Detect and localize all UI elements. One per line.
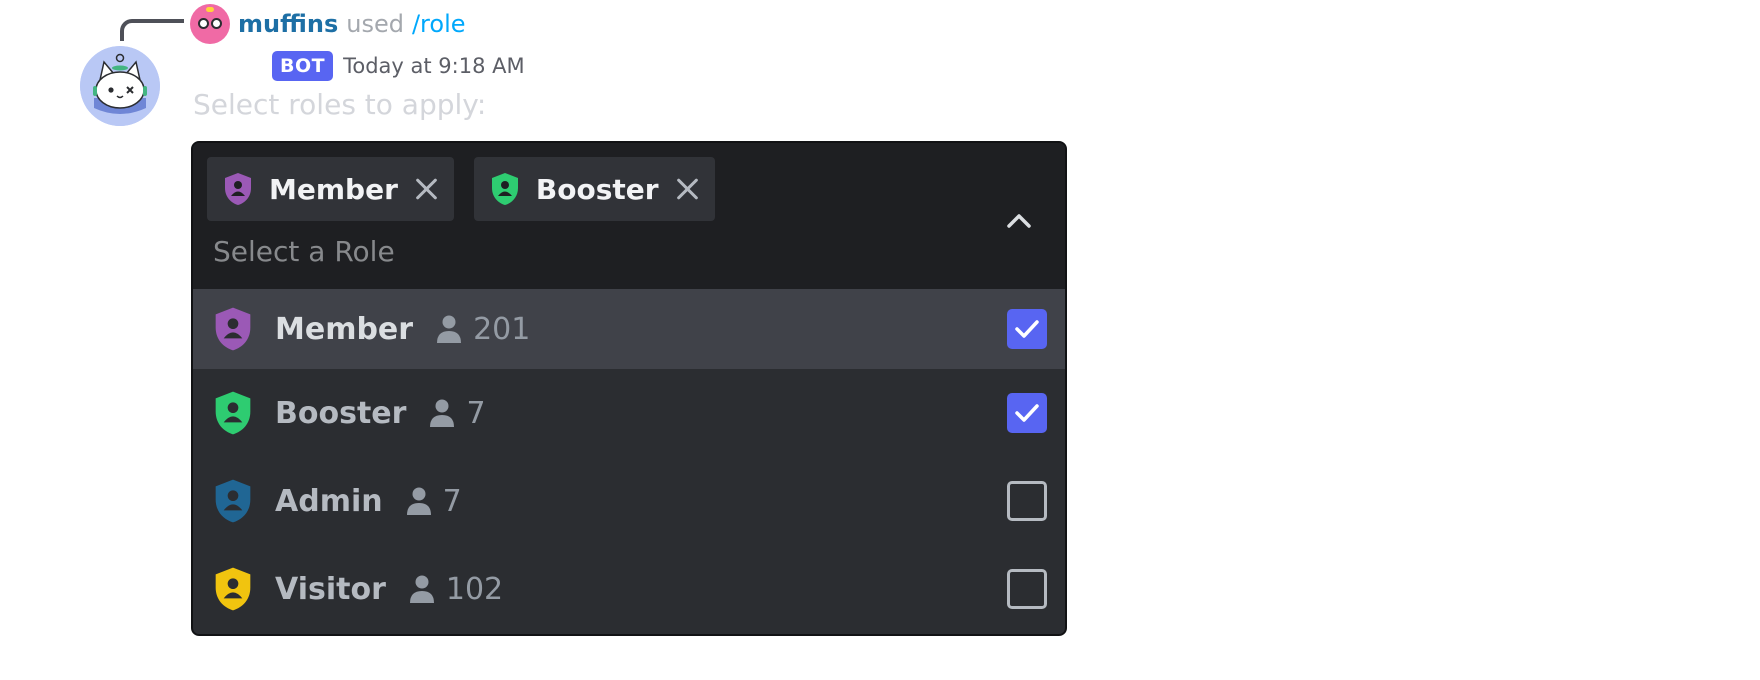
reply-command[interactable]: /role xyxy=(412,10,466,38)
avatar-sprinkle xyxy=(206,7,214,12)
close-icon[interactable] xyxy=(675,176,701,202)
avatar-eye-right xyxy=(211,18,222,29)
role-select-menu[interactable]: Member Booster Select a Role Member 201 … xyxy=(191,141,1067,636)
role-checkbox[interactable] xyxy=(1007,309,1047,349)
person-icon xyxy=(437,315,462,343)
shield-person-icon xyxy=(215,307,251,351)
bot-avatar[interactable] xyxy=(80,46,160,126)
role-member-count: 201 xyxy=(473,311,531,347)
role-option-label: Admin xyxy=(275,483,383,519)
chip-label: Member xyxy=(269,172,398,206)
close-icon[interactable] xyxy=(414,176,440,202)
shield-person-icon xyxy=(225,173,251,205)
message-timestamp[interactable]: Today at 9:18 AM xyxy=(343,54,525,78)
role-option-visitor[interactable]: Visitor 102 xyxy=(193,545,1065,633)
role-option-booster[interactable]: Booster 7 xyxy=(193,369,1065,457)
role-option-admin[interactable]: Admin 7 xyxy=(193,457,1065,545)
avatar-eye-left xyxy=(198,18,209,29)
cat-bot-icon xyxy=(80,46,160,126)
person-icon xyxy=(406,487,431,515)
select-menu-header[interactable]: Member Booster Select a Role xyxy=(193,143,1065,289)
checkmark-icon xyxy=(1015,404,1039,422)
chevron-up-icon[interactable] xyxy=(1001,203,1037,239)
select-menu-placeholder: Select a Role xyxy=(213,235,395,268)
message-content: Select roles to apply: xyxy=(193,88,487,121)
checkmark-icon xyxy=(1015,320,1039,338)
chip-label: Booster xyxy=(535,172,659,206)
message-header: BOT Today at 9:18 AM xyxy=(272,50,525,82)
user-avatar[interactable] xyxy=(190,4,230,44)
chip-member: Member xyxy=(207,157,454,221)
reply-used-text: used xyxy=(346,10,404,38)
reply-connector xyxy=(120,19,184,41)
bot-tag: BOT xyxy=(272,51,334,81)
role-checkbox[interactable] xyxy=(1007,481,1047,521)
role-option-label: Booster xyxy=(275,395,407,431)
shield-person-icon xyxy=(215,567,251,611)
selected-chips: Member Booster xyxy=(207,157,715,221)
shield-person-icon xyxy=(215,391,251,435)
shield-person-icon xyxy=(491,173,518,205)
person-icon xyxy=(409,575,434,603)
person-icon xyxy=(430,399,455,427)
role-member-count: 7 xyxy=(442,483,462,519)
role-option-label: Visitor xyxy=(275,571,386,607)
role-option-label: Member xyxy=(275,311,414,347)
reply-context[interactable]: muffins used /role xyxy=(190,4,466,44)
shield-person-icon xyxy=(215,479,251,523)
role-member-count: 102 xyxy=(445,571,504,607)
discord-message: muffins used /role BOT Today at 9:18 AM … xyxy=(0,0,1760,680)
chip-booster: Booster xyxy=(473,157,715,221)
role-checkbox[interactable] xyxy=(1007,393,1047,433)
reply-username[interactable]: muffins xyxy=(238,10,338,38)
role-checkbox[interactable] xyxy=(1007,569,1047,609)
role-member-count: 7 xyxy=(466,395,486,431)
role-option-member[interactable]: Member 201 xyxy=(193,289,1065,369)
